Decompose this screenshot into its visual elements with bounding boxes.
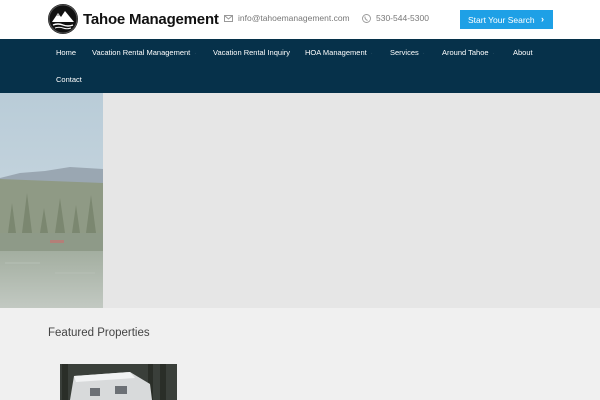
chevron-right-icon: › (541, 14, 544, 24)
dropdown-indicator-icon: · (492, 51, 495, 57)
featured-properties-heading: Featured Properties (48, 327, 150, 339)
header-phone[interactable]: 530-544-5300 (362, 13, 429, 23)
dropdown-indicator-icon: · (194, 51, 197, 57)
nav-label: About (513, 48, 533, 57)
main-navigation: Home Vacation Rental Management · Vacatio… (0, 39, 600, 93)
featured-property-thumbnail[interactable] (60, 364, 177, 400)
nav-item-hoa-management[interactable]: HOA Management · (305, 48, 373, 57)
envelope-icon (224, 14, 233, 22)
phone-icon (362, 13, 371, 23)
site-logo[interactable]: Tahoe Management (48, 4, 219, 34)
dropdown-indicator-icon: · (370, 51, 373, 57)
nav-item-about[interactable]: About (513, 48, 533, 57)
nav-item-home[interactable]: Home (56, 48, 76, 57)
nav-label: Vacation Rental Management (92, 48, 191, 57)
nav-item-vacation-rental-inquiry[interactable]: Vacation Rental Inquiry (213, 48, 290, 57)
nav-label: Home (56, 48, 77, 57)
nav-label: Around Tahoe (442, 48, 489, 57)
start-search-label: Start Your Search (468, 14, 535, 25)
header-email[interactable]: info@tahoemanagement.com (224, 13, 350, 23)
site-name: Tahoe Management (83, 10, 219, 28)
start-search-button[interactable]: Start Your Search › (460, 10, 553, 29)
mountain-lake-circle-icon (48, 4, 78, 34)
nav-label: Contact (56, 75, 82, 84)
top-header: Tahoe Management info@tahoemanagement.co… (0, 0, 600, 39)
nav-item-contact[interactable]: Contact (56, 75, 82, 84)
email-text[interactable]: info@tahoemanagement.com (238, 13, 350, 23)
nav-item-vacation-rental-management[interactable]: Vacation Rental Management · (92, 48, 196, 57)
nav-label: Services (390, 48, 419, 57)
nav-label: HOA Management (305, 48, 367, 57)
phone-text[interactable]: 530-544-5300 (376, 13, 429, 23)
hero-lake-photo (0, 93, 103, 308)
dropdown-indicator-icon: · (422, 51, 425, 57)
hero-banner (0, 93, 600, 308)
nav-item-services[interactable]: Services · (390, 48, 425, 57)
nav-item-around-tahoe[interactable]: Around Tahoe · (442, 48, 495, 57)
nav-label: Vacation Rental Inquiry (213, 48, 290, 57)
